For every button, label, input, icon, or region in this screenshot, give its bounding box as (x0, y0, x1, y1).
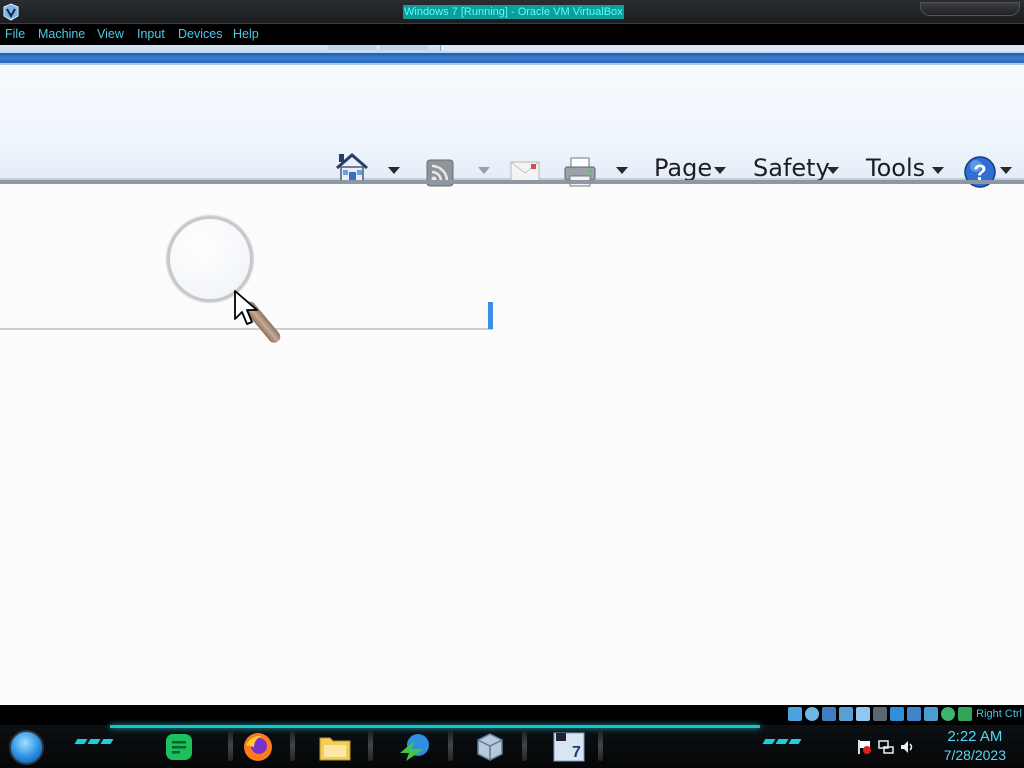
taskbar-separator (290, 731, 295, 761)
usb-icon[interactable] (856, 707, 870, 721)
hard-disk-icon[interactable] (788, 707, 802, 721)
taskbar-separator (368, 731, 373, 761)
taskbar-separator (598, 731, 603, 761)
text-cursor (488, 302, 493, 329)
host-key-label: Right Ctrl (976, 708, 1022, 720)
start-orb-icon[interactable] (9, 730, 44, 765)
window-title: Windows 7 [Running] - Oracle VM VirtualB… (403, 5, 624, 19)
windows7-vm-icon[interactable]: 7 (550, 728, 588, 766)
menu-devices[interactable]: Devices (178, 27, 222, 41)
display-icon[interactable] (890, 707, 904, 721)
system-tray (856, 739, 916, 755)
ie-command-bar: Page Safety Tools ? (0, 65, 1024, 188)
menu-machine[interactable]: Machine (38, 27, 85, 41)
virtualbox-logo-icon[interactable] (2, 3, 20, 21)
volume-icon[interactable] (900, 739, 916, 755)
ie-tab-active[interactable] (440, 45, 1024, 51)
page-menu-label[interactable]: Page (654, 154, 712, 182)
taskbar-clock[interactable]: 2:22 AM 7/28/2023 (944, 727, 1006, 764)
mouse-pointer-icon (234, 290, 258, 325)
safety-dropdown-arrow[interactable] (827, 167, 839, 174)
menu-help[interactable]: Help (233, 27, 259, 41)
taskbar-separator (228, 731, 233, 761)
vm-status-icons (788, 707, 972, 723)
cpu-icon[interactable] (924, 707, 938, 721)
network-icon[interactable] (839, 707, 853, 721)
taskbar-accent-line (110, 725, 760, 728)
clock-date: 7/28/2023 (943, 747, 1006, 763)
ie-tab-strip (0, 45, 1024, 65)
guest-screen: Page Safety Tools ? (0, 45, 1024, 705)
mouse-integration-icon[interactable] (958, 707, 972, 721)
svg-text:7: 7 (572, 744, 581, 761)
print-dropdown-arrow[interactable] (616, 167, 628, 174)
action-center-flag-icon[interactable] (856, 739, 872, 755)
virtualbox-icon[interactable] (471, 728, 509, 766)
menu-view[interactable]: View (97, 27, 124, 41)
ie-tab-bar-divider (0, 53, 1024, 63)
menu-file[interactable]: File (5, 27, 25, 41)
page-dropdown-arrow[interactable] (714, 167, 726, 174)
taskbar-decoration (762, 739, 802, 744)
toolbar-divider (0, 180, 1024, 184)
taskbar-decoration (74, 739, 114, 744)
taskbar: 7 2:22 AM 7/28/2023 (0, 725, 1024, 768)
vt-x-icon[interactable] (941, 707, 955, 721)
video-capture-icon[interactable] (907, 707, 921, 721)
taskbar-separator (448, 731, 453, 761)
firefox-icon[interactable] (239, 728, 277, 766)
optical-drive-icon[interactable] (805, 707, 819, 721)
audio-icon[interactable] (822, 707, 836, 721)
host-status-bar: Right Ctrl (0, 705, 1024, 725)
host-title-bar: Windows 7 [Running] - Oracle VM VirtualB… (0, 0, 1024, 24)
tools-dropdown-arrow[interactable] (932, 167, 944, 174)
tools-menu-label[interactable]: Tools (866, 154, 925, 182)
notes-app-icon[interactable] (160, 728, 198, 766)
help-dropdown-arrow[interactable] (1000, 167, 1012, 174)
network-tray-icon[interactable] (878, 739, 894, 755)
taskbar-separator (522, 731, 527, 761)
shared-folders-icon[interactable] (873, 707, 887, 721)
home-dropdown-arrow[interactable] (388, 167, 400, 174)
window-controls[interactable] (920, 2, 1020, 16)
feeds-dropdown-arrow[interactable] (478, 167, 490, 174)
menu-input[interactable]: Input (137, 27, 165, 41)
clock-time: 2:22 AM (947, 728, 1003, 745)
ie-tab[interactable] (326, 45, 376, 50)
safety-menu-label[interactable]: Safety (753, 154, 830, 182)
download-manager-icon[interactable] (396, 728, 434, 766)
ie-tab[interactable] (378, 45, 428, 50)
host-menubar: File Machine View Input Devices Help (0, 24, 1024, 45)
file-explorer-icon[interactable] (316, 728, 354, 766)
